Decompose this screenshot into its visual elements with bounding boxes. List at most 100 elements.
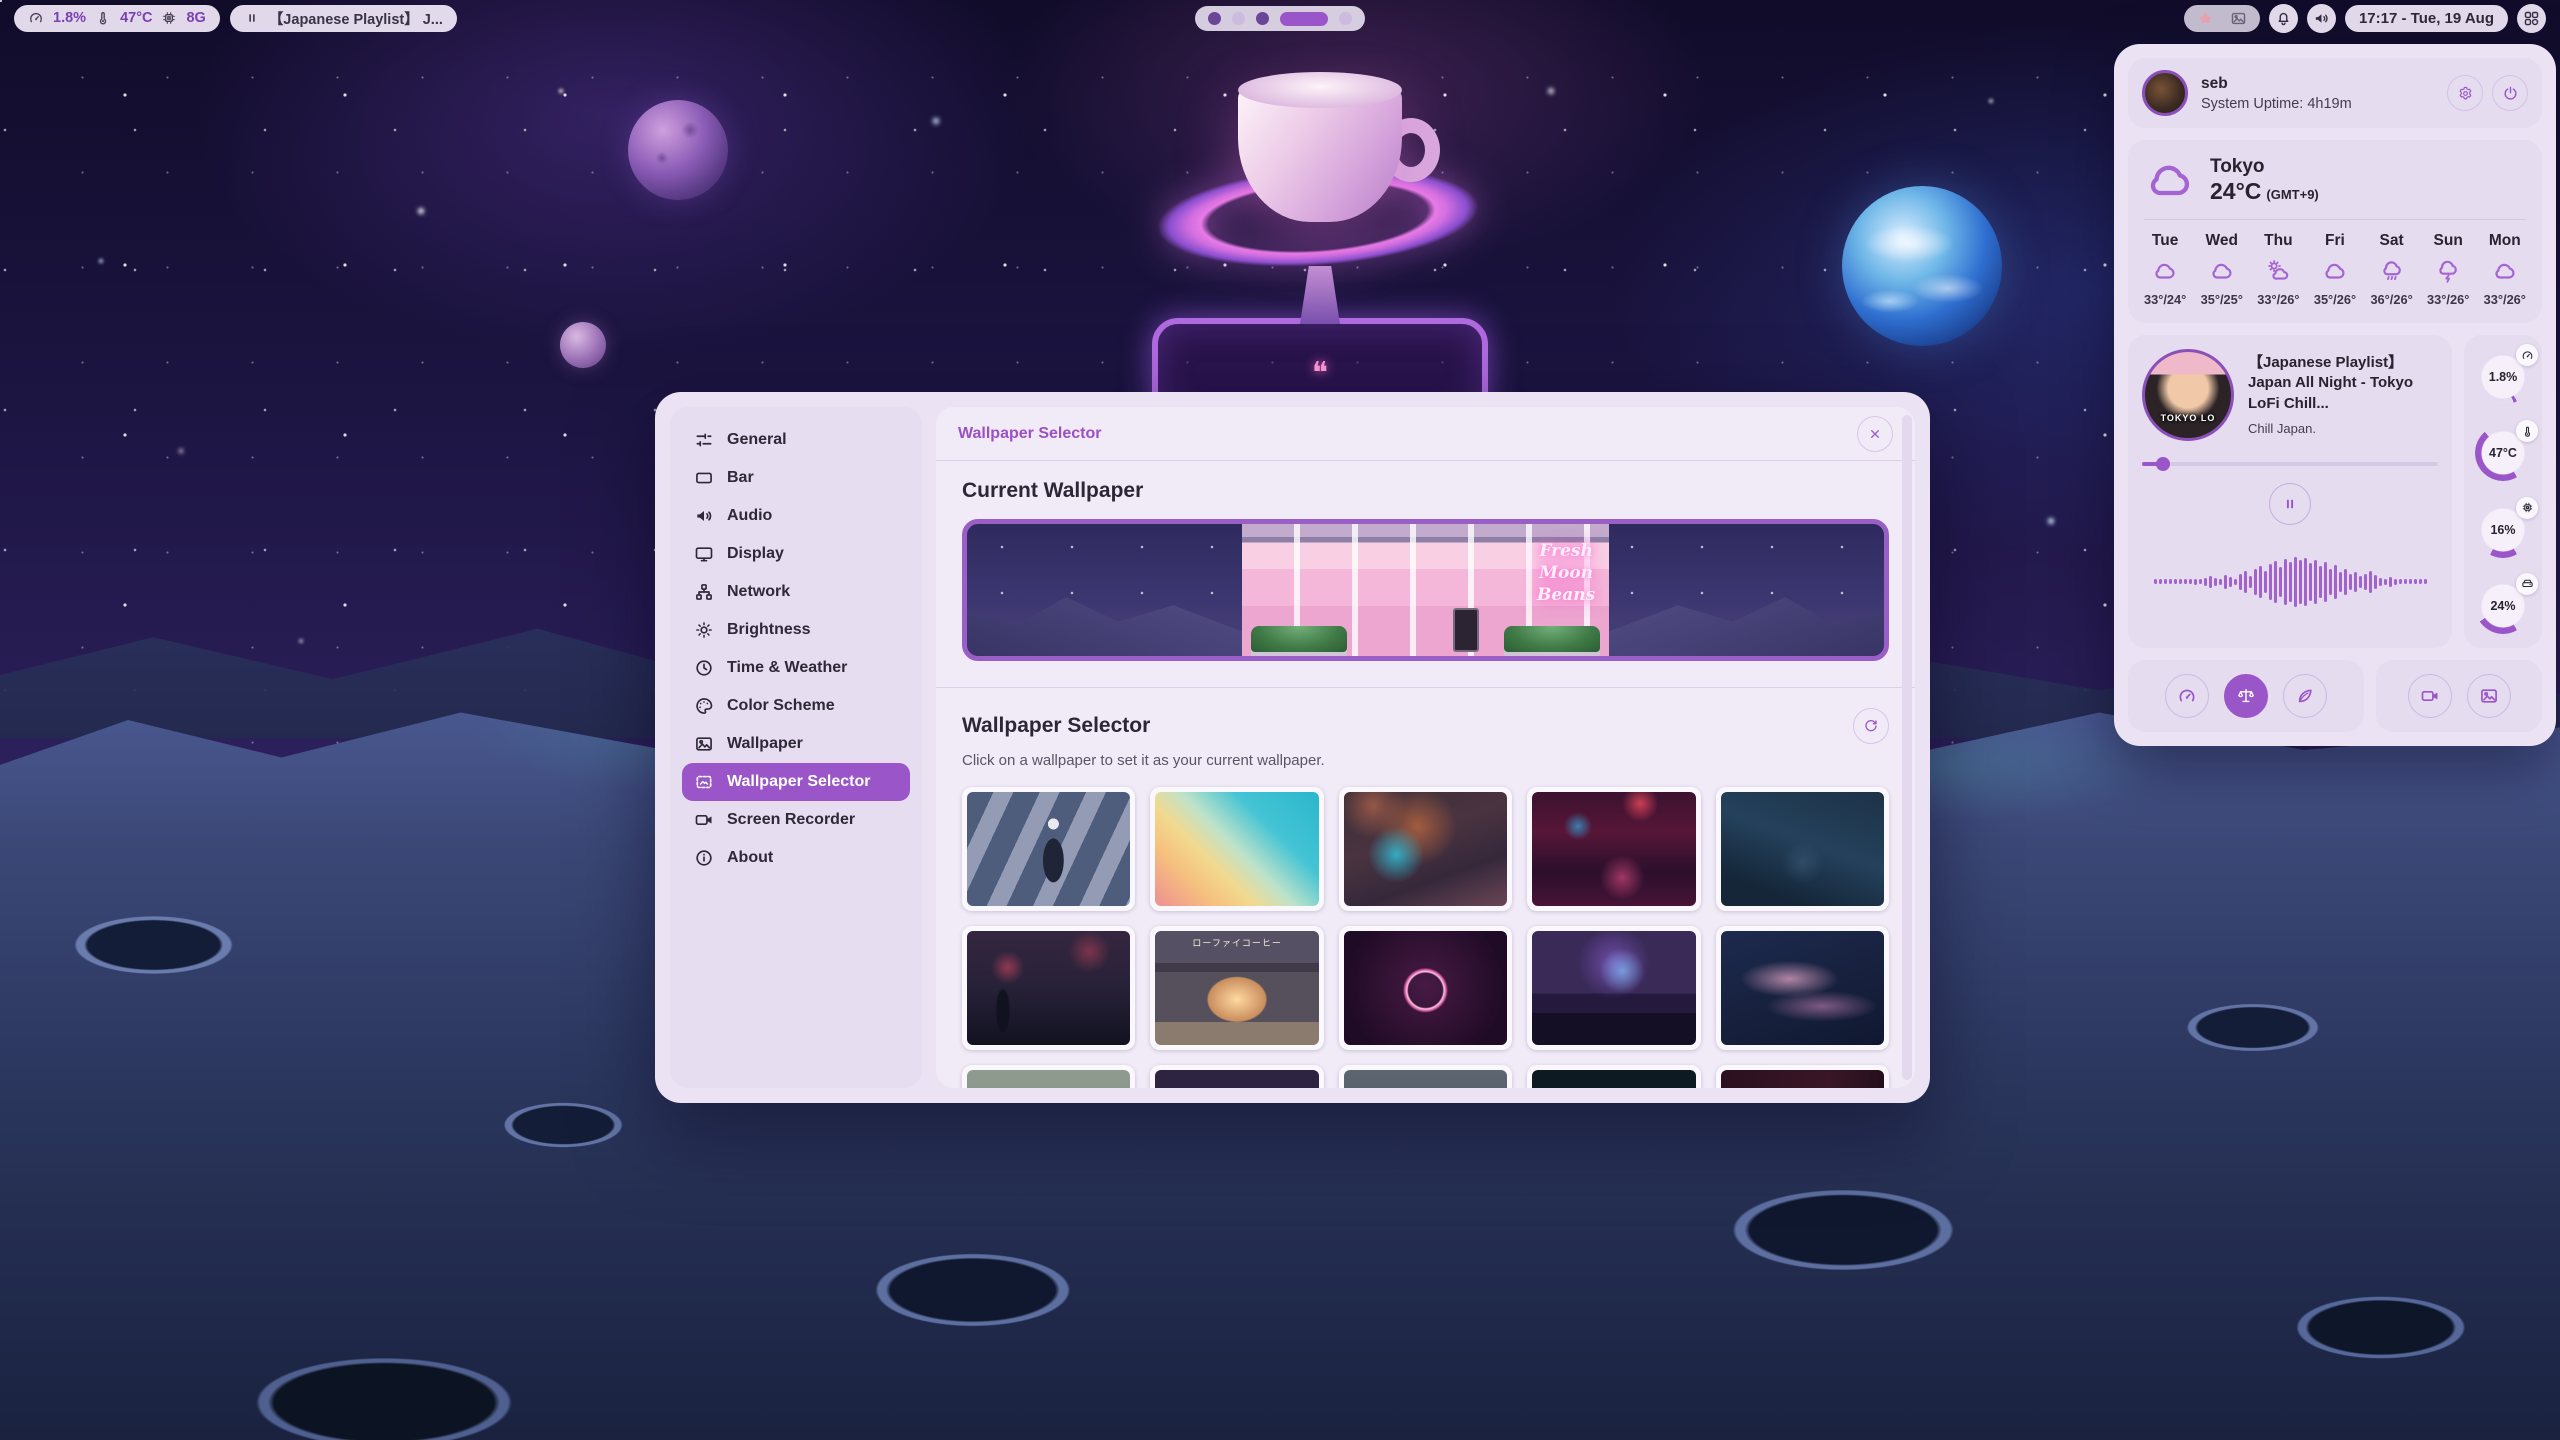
screen-record-button[interactable] <box>2408 674 2452 718</box>
suncloud-icon <box>2265 258 2291 284</box>
workspace-indicator <box>1195 6 1365 31</box>
waveform-bar <box>2239 574 2242 590</box>
volume-button[interactable] <box>2307 4 2336 33</box>
sidebar-item-network[interactable]: Network <box>682 573 910 611</box>
workspace-dot[interactable] <box>1339 12 1352 25</box>
sidebar-item-time-weather[interactable]: Time & Weather <box>682 649 910 687</box>
purple-planet <box>628 100 728 200</box>
sidebar-item-label: Display <box>727 545 784 563</box>
refresh-button[interactable] <box>1853 708 1889 744</box>
wallpaper-thumb-dark-maroon[interactable] <box>1716 1065 1889 1088</box>
seek-slider[interactable] <box>2142 457 2438 471</box>
waveform-bar <box>2209 576 2212 588</box>
cup-pedestal <box>1300 266 1340 324</box>
workspace-dot[interactable] <box>1280 12 1328 26</box>
wallpaper-thumb-slate-gray[interactable] <box>1339 1065 1512 1088</box>
waveform-bar <box>2154 579 2157 584</box>
dashboard-toggle-button[interactable] <box>2517 4 2546 33</box>
settings-button[interactable] <box>2447 75 2483 111</box>
system-stats-pill[interactable]: 1.8% 47°C 8G <box>14 5 220 32</box>
wallpaper-thumb-sage-landscape[interactable] <box>962 1065 1135 1088</box>
bar-right-group: 17:17 - Tue, 19 Aug <box>2184 4 2546 33</box>
wallpaper-thumb-dark-teal[interactable] <box>1527 1065 1700 1088</box>
wallpaper-thumb-teal-sunset-gradient[interactable] <box>1150 787 1323 911</box>
sidebar-item-wallpaper[interactable]: Wallpaper <box>682 725 910 763</box>
now-playing-pill[interactable]: 【Japanese Playlist】 J... <box>230 5 457 32</box>
sidebar-item-label: Time & Weather <box>727 659 847 677</box>
waveform-bar <box>2169 579 2172 584</box>
waveform-bar <box>2254 569 2257 595</box>
wallpaper-thumb-anime-crosswalk[interactable] <box>962 787 1135 911</box>
wallpaper-thumb-cyberpunk-arcade[interactable] <box>1527 787 1700 911</box>
screenshot-button[interactable] <box>2467 674 2511 718</box>
tray-app-icon[interactable] <box>2197 10 2214 27</box>
pause-icon <box>244 10 260 26</box>
sidebar-item-brightness[interactable]: Brightness <box>682 611 910 649</box>
disk-gauge: 24% <box>2475 578 2531 634</box>
profile-performance-button[interactable] <box>2165 674 2209 718</box>
selector-description: Click on a wallpaper to set it as your c… <box>962 752 1889 769</box>
workspace-dot[interactable] <box>1208 12 1221 25</box>
scrollbar[interactable] <box>1902 415 1912 1080</box>
preview-planter <box>1251 626 1347 652</box>
user-name: seb <box>2201 75 2352 93</box>
image-tray-icon[interactable] <box>2230 10 2247 27</box>
sidebar-item-label: Brightness <box>727 621 811 639</box>
sidebar-item-screen-recorder[interactable]: Screen Recorder <box>682 801 910 839</box>
waveform-bar <box>2214 578 2217 586</box>
wallpaper-thumb-dark-blue-rocks[interactable] <box>1716 787 1889 911</box>
power-button[interactable] <box>2492 75 2528 111</box>
user-card: seb System Uptime: 4h19m <box>2128 58 2542 128</box>
sidebar-item-label: Screen Recorder <box>727 811 855 829</box>
weather-card: Tokyo 24°C(GMT+9) Tue 33°/24° Wed <box>2128 140 2542 323</box>
waveform-bar <box>2289 562 2292 602</box>
waveform-bar <box>2294 557 2297 607</box>
grid-icon <box>2523 10 2540 27</box>
sidebar-item-about[interactable]: About <box>682 839 910 877</box>
wallpaper-thumb-blurred-neon[interactable] <box>1339 787 1512 911</box>
waveform-bar <box>2419 579 2422 584</box>
close-button[interactable] <box>1857 416 1893 452</box>
wallpaper-thumb-autumn-tree[interactable] <box>1150 1065 1323 1088</box>
sidebar-item-color-scheme[interactable]: Color Scheme <box>682 687 910 725</box>
waveform-bar <box>2404 579 2407 584</box>
profile-powersave-button[interactable] <box>2283 674 2327 718</box>
waveform-bar <box>2304 558 2307 606</box>
notifications-button[interactable] <box>2269 4 2298 33</box>
cloud-icon <box>2322 258 2348 284</box>
gauge-icon <box>28 10 44 26</box>
sidebar-item-display[interactable]: Display <box>682 535 910 573</box>
thermo-icon <box>2516 420 2538 442</box>
sidebar-item-label: Bar <box>727 469 754 487</box>
wallpaper-thumb-lofi-coffee-shop[interactable]: ローファイコーヒー <box>1150 926 1323 1050</box>
sidebar-item-audio[interactable]: Audio <box>682 497 910 535</box>
workspace-dot[interactable] <box>1256 12 1269 25</box>
wallpaper-thumb-crimson-forest-figure[interactable] <box>962 926 1135 1050</box>
waveform-bar <box>2319 566 2322 598</box>
wallpaper-thumb-nebula-forest[interactable] <box>1527 926 1700 1050</box>
waveform-bar <box>2264 571 2267 593</box>
waveform-bar <box>2359 576 2362 588</box>
sidebar-item-bar[interactable]: Bar <box>682 459 910 497</box>
current-wallpaper-preview: Fresh Moon Beans <box>962 519 1889 661</box>
forecast-day: Wed 35°/25° <box>2201 232 2243 307</box>
profile-balanced-button[interactable] <box>2224 674 2268 718</box>
desktop: ❝ 1.8% 47°C 8G 【Japanese Playlist】 J... <box>0 0 2560 1440</box>
clock-widget[interactable]: 17:17 - Tue, 19 Aug <box>2345 5 2508 32</box>
gauge-icon <box>2177 686 2197 706</box>
sidebar-item-general[interactable]: General <box>682 421 910 459</box>
play-pause-button[interactable] <box>2269 483 2311 525</box>
waveform-bar <box>2344 569 2347 595</box>
sidebar-item-label: Wallpaper Selector <box>727 773 870 791</box>
wallpaper-thumb-black-hole-ring[interactable] <box>1339 926 1512 1050</box>
track-artist: Chill Japan. <box>2248 421 2438 436</box>
sidebar-item-wallpaper-selector[interactable]: Wallpaper Selector <box>682 763 910 801</box>
weather-city: Tokyo <box>2210 156 2319 178</box>
waveform-bar <box>2394 579 2397 585</box>
dashboard-panel: seb System Uptime: 4h19m Tokyo 24°C(GMT+… <box>2114 44 2556 746</box>
workspace-dot[interactable] <box>1232 12 1245 25</box>
wallpaper-thumb-pink-mesh-wave[interactable] <box>1716 926 1889 1050</box>
waveform-bar <box>2374 575 2377 589</box>
forecast-day: Sun 33°/26° <box>2427 232 2469 307</box>
slider-knob[interactable] <box>2156 457 2170 471</box>
